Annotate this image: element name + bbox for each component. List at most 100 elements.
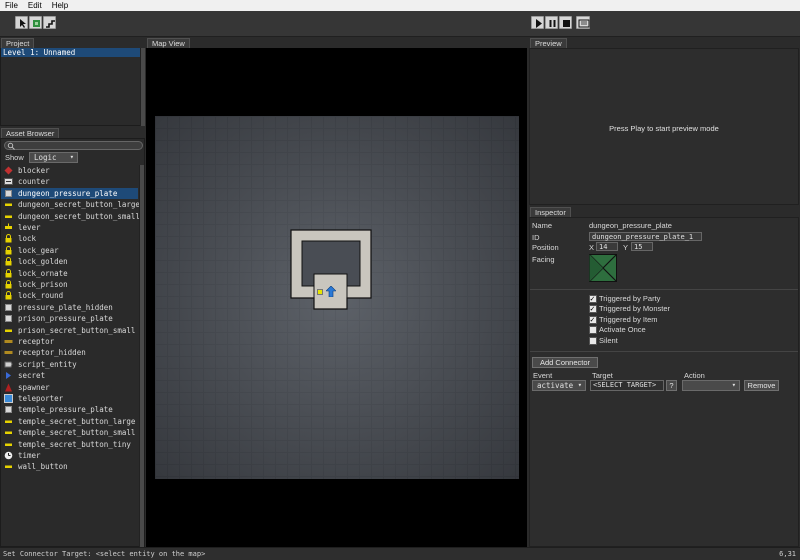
asset-item[interactable]: prison_secret_button_small — [1, 325, 138, 336]
lock-icon — [4, 268, 13, 278]
stop-icon — [563, 20, 570, 27]
asset-item[interactable]: lock_golden — [1, 256, 138, 267]
asset-item-label: temple_secret_button_large — [18, 416, 136, 426]
asset-item[interactable]: pressure_plate_hidden — [1, 302, 138, 313]
asset-item-label: lock_ornate — [18, 268, 68, 278]
asset-item[interactable]: lock — [1, 233, 138, 244]
asset-item[interactable]: prison_pressure_plate — [1, 313, 138, 324]
facing-label: Facing — [532, 255, 555, 264]
checkbox[interactable] — [589, 294, 597, 303]
name-label: Name — [532, 221, 553, 230]
asset-item[interactable]: blocker — [1, 165, 138, 176]
asset-item[interactable]: dungeon_secret_button_large — [1, 199, 140, 210]
status-bar: Set Connector Target: <select entity on … — [0, 547, 800, 560]
facing-selector-icon[interactable] — [589, 254, 617, 282]
lock-icon — [4, 257, 13, 266]
checkbox[interactable] — [589, 326, 597, 335]
asset-item[interactable]: wall_button — [1, 461, 138, 472]
target-header: Target — [592, 371, 613, 380]
asset-item[interactable]: dungeon_pressure_plate — [1, 187, 138, 199]
project-panel — [0, 48, 145, 126]
asset-item[interactable]: lever — [1, 222, 138, 233]
button-icon — [4, 428, 13, 437]
asset-search-input[interactable] — [4, 141, 143, 150]
select-tool-button[interactable] — [15, 16, 28, 29]
asset-item[interactable]: spawner — [1, 382, 138, 393]
paint-tool-button[interactable] — [29, 16, 42, 29]
asset-item-label: prison_pressure_plate — [18, 314, 113, 324]
project-level-item[interactable]: Level 1: Unnamed — [1, 48, 140, 57]
show-filter-select[interactable]: Logic — [29, 152, 78, 163]
x-field[interactable]: 14 — [596, 242, 618, 251]
search-icon — [7, 142, 15, 150]
id-label: ID — [532, 233, 540, 242]
id-field[interactable]: dungeon_pressure_plate_1 — [589, 232, 702, 241]
asset-item-label: temple_pressure_plate — [18, 405, 113, 415]
asset-item[interactable]: receptor_hidden — [1, 347, 138, 358]
party-arrow-icon[interactable] — [326, 286, 336, 297]
select-icon — [20, 19, 26, 28]
secret-icon — [4, 371, 13, 380]
button-icon — [4, 462, 13, 471]
asset-item[interactable]: secret — [1, 370, 138, 381]
stop-button[interactable] — [559, 16, 572, 29]
lock-icon — [4, 280, 13, 289]
x-label: X — [589, 243, 595, 252]
stairs-tool-button[interactable] — [43, 16, 56, 29]
checkbox[interactable] — [589, 315, 597, 324]
asset-item[interactable]: counter — [1, 176, 138, 187]
checkbox-label: Silent — [599, 335, 618, 345]
asset-item-label: script_entity — [18, 359, 77, 369]
checkbox-label: Triggered by Monster — [599, 304, 671, 314]
menu-help[interactable]: Help — [47, 1, 73, 10]
pressure-plate-marker[interactable] — [317, 289, 323, 295]
asset-item[interactable]: dungeon_secret_button_small — [1, 211, 140, 222]
asset-item[interactable]: lock_round — [1, 290, 138, 301]
lock-icon — [4, 245, 13, 255]
asset-item-label: receptor — [18, 337, 55, 346]
lock-icon — [4, 234, 13, 243]
asset-item[interactable]: temple_secret_button_tiny — [1, 439, 138, 450]
name-value: dungeon_pressure_plate — [589, 221, 672, 230]
add-connector-button[interactable]: Add Connector — [532, 357, 598, 368]
button-icon — [4, 200, 13, 209]
asset-item[interactable]: temple_secret_button_small — [1, 427, 138, 438]
target-picker-button[interactable]: ? — [666, 380, 677, 391]
action-select[interactable] — [682, 380, 740, 391]
asset-item[interactable]: script_entity — [1, 359, 138, 370]
remove-connector-button[interactable]: Remove — [744, 380, 779, 391]
export-button[interactable] — [576, 16, 590, 29]
checkbox[interactable] — [589, 304, 597, 314]
button-icon — [4, 326, 13, 335]
menu-edit[interactable]: Edit — [23, 1, 47, 10]
play-button[interactable] — [531, 16, 544, 29]
asset-scrollbar[interactable] — [139, 165, 144, 547]
receptor-icon — [4, 337, 13, 346]
menu-bar: File Edit Help — [0, 0, 800, 11]
asset-item[interactable]: receptor — [1, 336, 138, 347]
checkbox[interactable] — [589, 336, 597, 345]
y-field[interactable]: 15 — [631, 242, 653, 251]
preview-panel: Press Play to start preview mode — [529, 48, 799, 205]
receptor-icon — [4, 348, 13, 357]
y-label: Y — [623, 243, 629, 252]
target-field[interactable]: <SELECT TARGET> — [590, 380, 664, 391]
asset-item-label: timer — [18, 451, 41, 460]
asset-item-label: dungeon_secret_button_small — [18, 211, 140, 221]
asset-item[interactable]: teleporter — [1, 393, 138, 404]
asset-item-label: prison_secret_button_small — [18, 325, 136, 335]
project-scrollbar[interactable] — [140, 48, 145, 126]
asset-item[interactable]: timer — [1, 450, 138, 461]
event-select[interactable]: activate — [532, 380, 586, 391]
blocker-icon — [4, 166, 13, 175]
menu-file[interactable]: File — [0, 1, 23, 10]
asset-item-label: dungeon_secret_button_large — [18, 200, 140, 210]
asset-item[interactable]: lock_ornate — [1, 268, 138, 279]
button-icon — [4, 417, 13, 426]
asset-item[interactable]: temple_secret_button_large — [1, 416, 138, 427]
asset-item[interactable]: lock_prison — [1, 279, 138, 290]
asset-item[interactable]: temple_pressure_plate — [1, 404, 138, 415]
asset-item[interactable]: lock_gear — [1, 245, 138, 256]
asset-item-label: pressure_plate_hidden — [18, 302, 113, 312]
pause-button[interactable] — [545, 16, 558, 29]
